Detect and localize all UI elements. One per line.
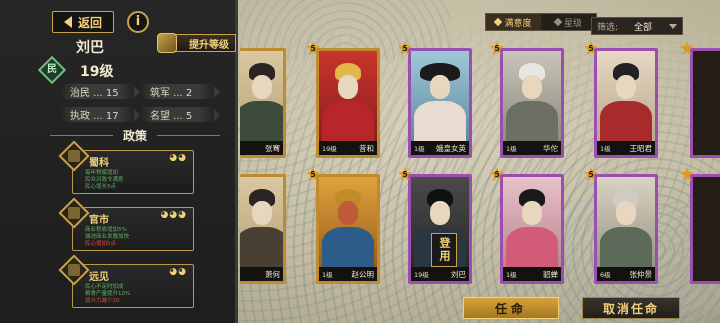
hero-card[interactable]: 1级 华佗 [500, 48, 564, 158]
policy-emblem-icon [58, 140, 90, 172]
scroll-icon [157, 33, 177, 53]
hero-portrait [503, 177, 561, 267]
policy-effect: 民心增加5点 [85, 241, 116, 247]
stat-governance: 治民 ... 15 [60, 84, 140, 99]
hero-card[interactable]: 6级 张仲景 [594, 174, 658, 284]
hero-level: 19级 [80, 64, 114, 80]
card-name: 萧何 [265, 269, 280, 279]
hero-card[interactable]: 1级 赵公明 [316, 174, 380, 284]
diamond-icon [494, 17, 503, 27]
stat-administration: 执政 ... 17 [60, 107, 140, 122]
hero-card[interactable]: 1级 王昭君 [594, 48, 658, 158]
back-label: 返回 [77, 15, 102, 30]
policy-stars: ◕◕◕ [160, 210, 187, 220]
hero-portrait [240, 177, 283, 267]
policy-emblem-icon [58, 197, 90, 229]
hero-card[interactable]: 19级 昔和 [316, 48, 380, 158]
policy-card[interactable]: 官市 ◕◕◕ 商业税收增加5% 城池商业发展加快 民心增加5点 [58, 197, 194, 251]
stat-reputation: 名望 ... 5 [140, 107, 220, 122]
policy-card[interactable]: 蜀科 ◕◕ 每年税赋增加 民众对政令满意 民心增长5点 [58, 140, 194, 194]
card-name: 娥皇女英 [436, 143, 466, 153]
policy-card[interactable]: 远见 ◕◕ 民心不足时加成 粮食产量提升10% 战斗力减少20 [58, 254, 194, 308]
hero-name: 刘巴 [76, 40, 104, 56]
sort-tabs: 满意度 星级 [485, 13, 597, 31]
filter-label: 筛选: [597, 22, 619, 33]
hero-card-partial[interactable] [690, 174, 720, 284]
card-level: 19级 [322, 145, 337, 153]
card-level: 1级 [506, 271, 517, 279]
policy-section-title: 政策 [123, 128, 148, 143]
card-level: 1级 [322, 271, 333, 279]
chevron-down-icon [669, 23, 677, 29]
appoint-button[interactable]: 任命 [463, 297, 559, 319]
filter-dropdown[interactable]: 筛选: 全部 [591, 17, 683, 35]
hero-portrait [319, 177, 377, 267]
tab-star-label: 星级 [563, 18, 582, 29]
card-name: 华佗 [543, 143, 558, 153]
policy-effect: 战斗力减少20 [85, 298, 120, 304]
policy-name: 远见 [89, 272, 109, 283]
hero-card-partial[interactable] [690, 48, 720, 158]
hero-portrait [597, 51, 655, 141]
policy-section-header: 政策 [40, 126, 230, 144]
policy-emblem-icon [58, 254, 90, 286]
card-name: 刘巴 [451, 269, 466, 279]
card-name: 貂蝉 [543, 269, 558, 279]
policy-name: 官市 [89, 215, 109, 226]
deployed-stamp: 登用 [431, 233, 457, 267]
stat-military: 筑军 ... 2 [140, 84, 220, 99]
hero-portrait [503, 51, 561, 141]
card-level: 19级 [414, 271, 429, 279]
back-arrow-icon [63, 16, 72, 28]
hero-portrait [319, 51, 377, 141]
policy-name: 蜀科 [89, 158, 109, 169]
card-name: 赵公明 [351, 269, 375, 279]
info-button[interactable]: i [127, 11, 149, 33]
card-level: 1级 [414, 145, 425, 153]
hero-card[interactable]: 登用 19级 刘巴 [408, 174, 472, 284]
tab-loyalty[interactable]: 满意度 [486, 14, 541, 30]
cancel-appoint-button[interactable]: 取消任命 [582, 297, 680, 319]
hero-card[interactable]: 萧何 [240, 174, 286, 284]
hero-card[interactable]: 张骞 [240, 48, 286, 158]
policy-effect: 民心增长5点 [85, 184, 116, 190]
card-level: 1级 [506, 145, 517, 153]
card-level: 1级 [600, 145, 611, 153]
back-button[interactable]: 返回 [52, 11, 114, 33]
filter-value: 全部 [634, 22, 653, 33]
hero-portrait [240, 51, 283, 141]
card-name: 张仲景 [629, 269, 653, 279]
upgrade-label: 提升等级 [189, 39, 229, 51]
diamond-icon [553, 17, 563, 27]
policy-stars: ◕◕ [169, 153, 187, 163]
tab-loyalty-label: 满意度 [504, 18, 532, 29]
card-level: 6级 [600, 271, 611, 279]
hero-card[interactable]: 1级 娥皇女英 [408, 48, 472, 158]
hero-portrait [411, 51, 469, 141]
hero-portrait [597, 177, 655, 267]
hero-card[interactable]: 1级 貂蝉 [500, 174, 564, 284]
card-name: 张骞 [265, 143, 280, 153]
tab-star[interactable]: 星级 [541, 14, 596, 30]
card-name: 昔和 [359, 143, 374, 153]
class-badge-label: 民 [47, 64, 57, 75]
class-badge: 民 [37, 55, 67, 85]
card-name: 王昭君 [629, 143, 653, 153]
upgrade-level-button[interactable]: 提升等级 [157, 33, 236, 53]
hero-detail-panel: 返回 i 刘巴 提升等级 民 19级 治民 ... 15 筑军 ... 2 执政… [0, 0, 238, 323]
policy-stars: ◕◕ [169, 267, 187, 277]
